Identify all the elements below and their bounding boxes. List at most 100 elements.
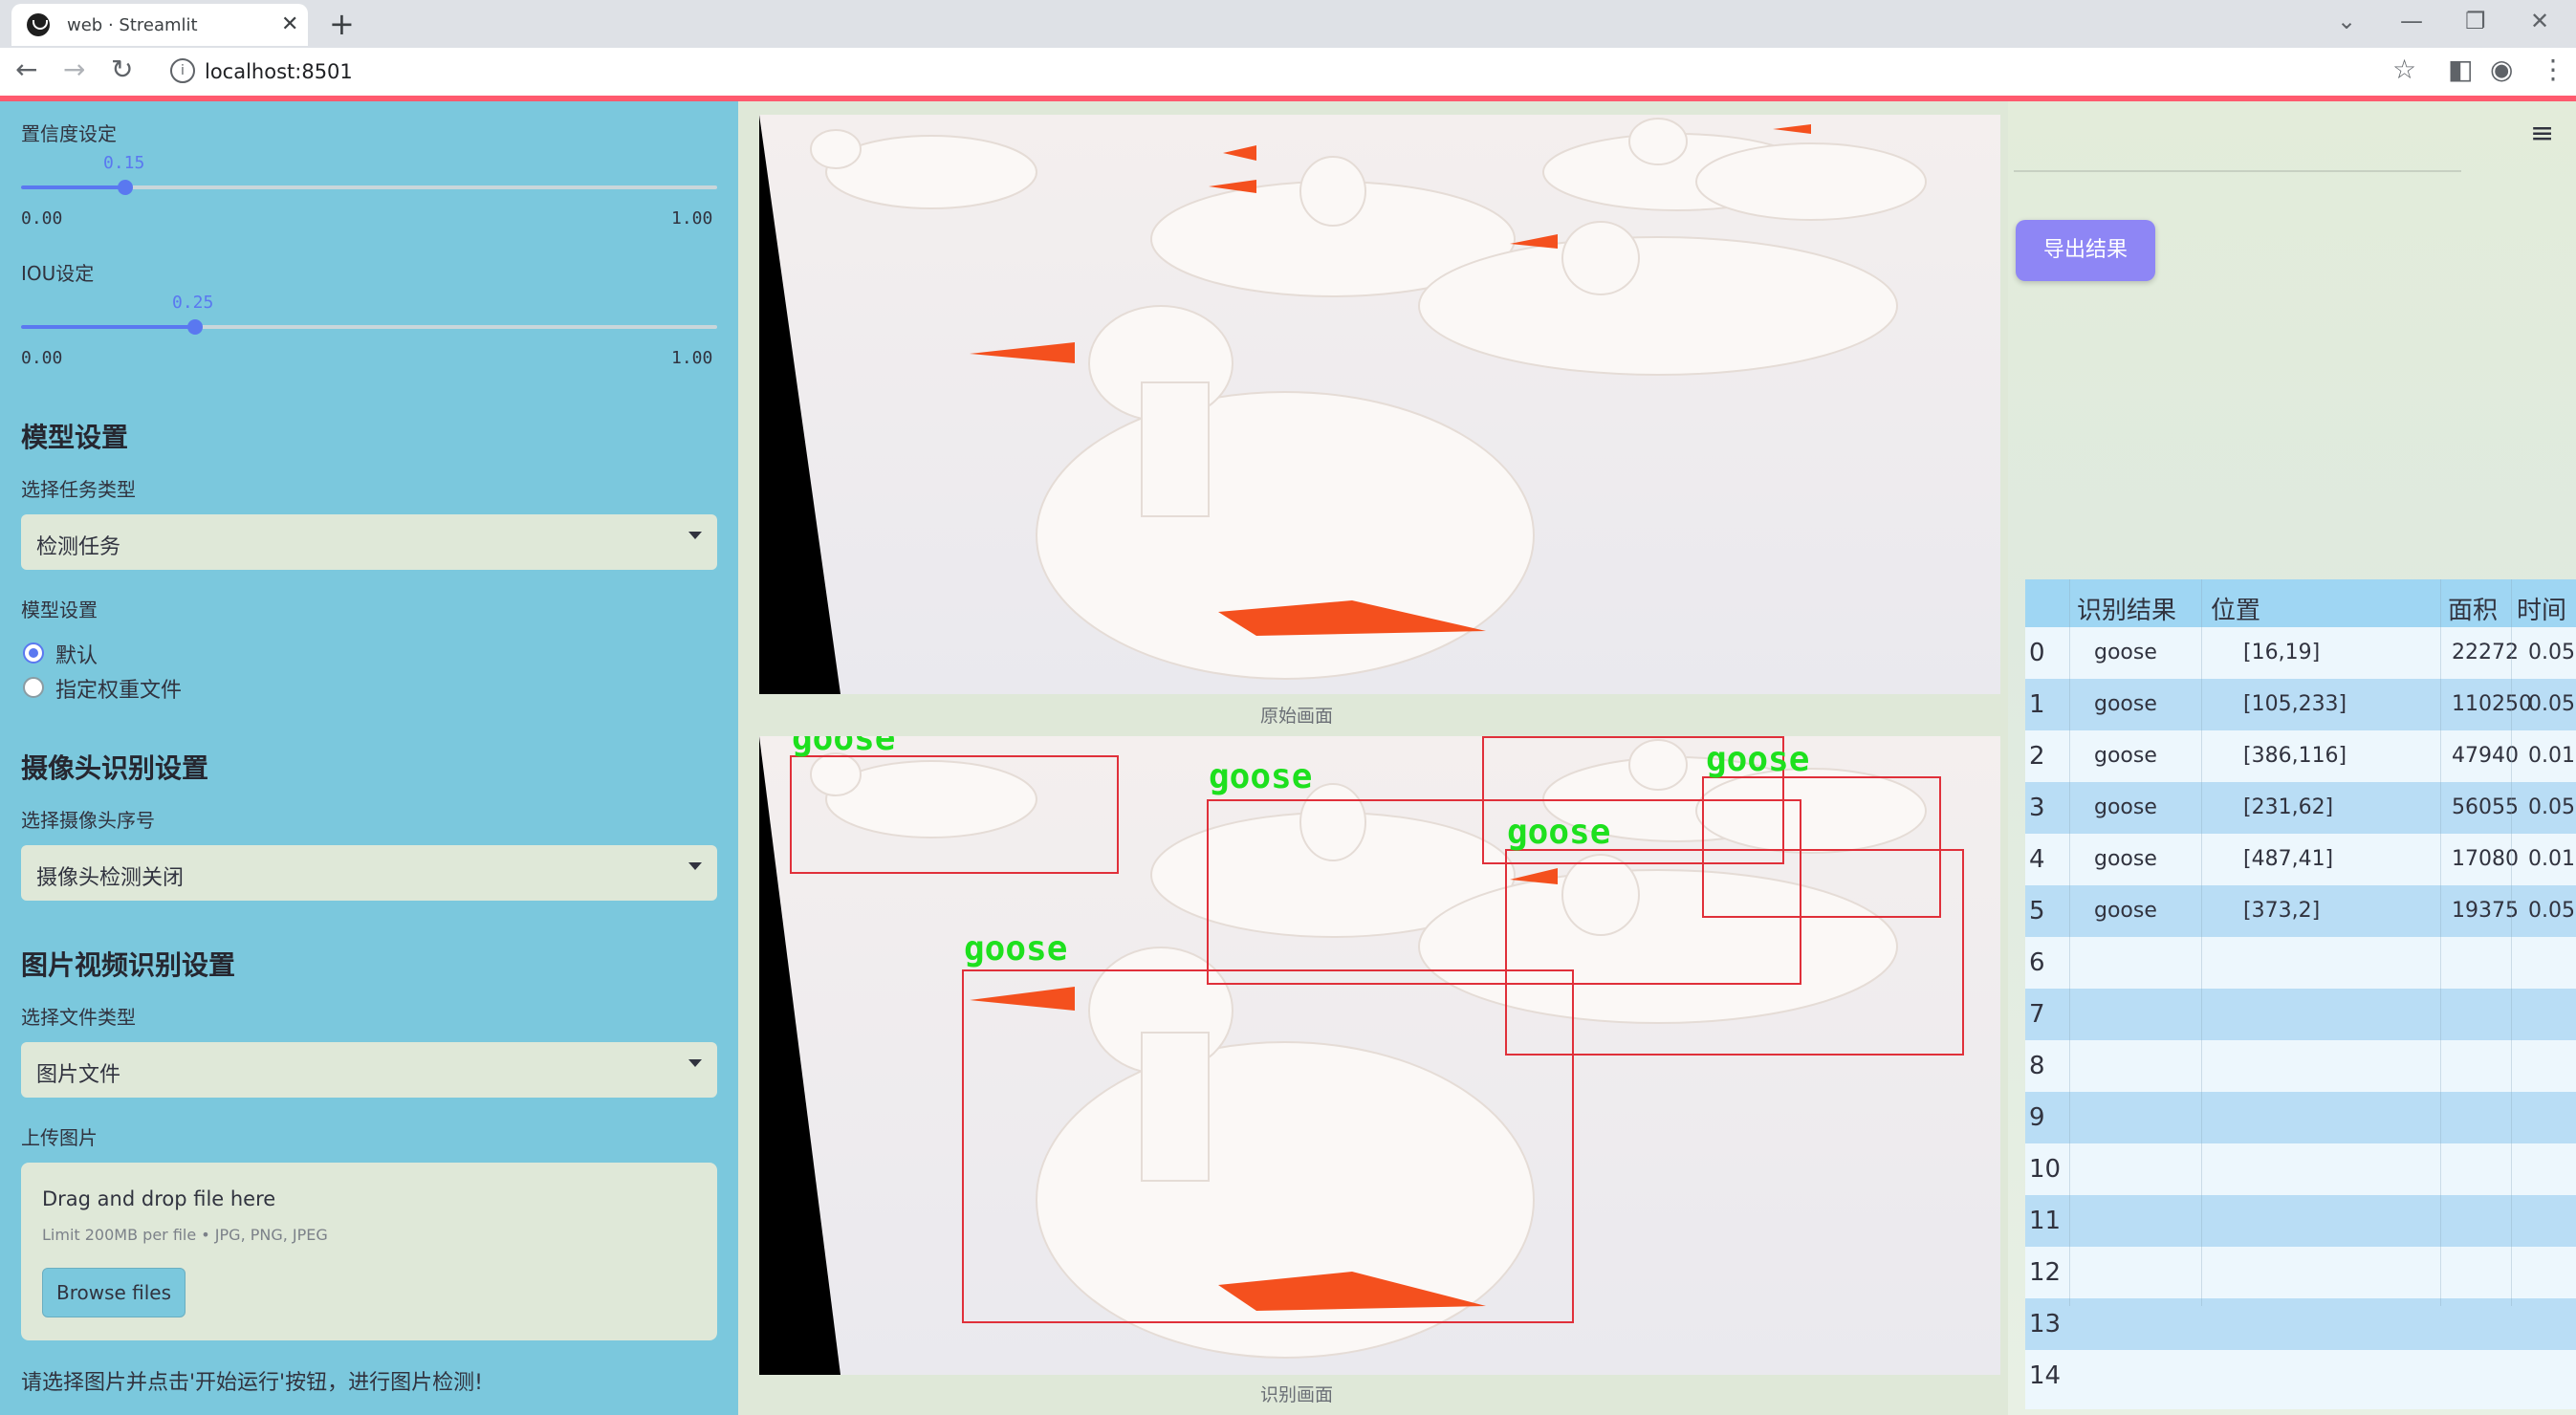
side-panel-icon[interactable]: ◧ bbox=[2448, 54, 2473, 85]
browser-toolbar: ← → ↻ i localhost:8501 ☆ ◧ ◉ ⋮ bbox=[0, 48, 2576, 96]
confidence-slider-thumb[interactable] bbox=[118, 180, 133, 195]
task-type-label: 选择任务类型 bbox=[21, 478, 136, 501]
table-row-empty[interactable]: 7 bbox=[2025, 989, 2576, 1040]
camera-value: 摄像头检测关闭 bbox=[36, 866, 185, 890]
table-row[interactable]: 1 goose [105,233] 110250 0.05 bbox=[2025, 679, 2576, 730]
instruction-text: 请选择图片并点击'开始运行'按钮，进行图片检测! bbox=[21, 1371, 483, 1395]
cell-position: [16,19] bbox=[2243, 641, 2321, 664]
cell-position: [105,233] bbox=[2243, 692, 2347, 716]
column-separator bbox=[2511, 579, 2512, 1306]
tab-search-icon[interactable]: ⌄ bbox=[2337, 8, 2356, 34]
menu-kebab-icon[interactable]: ⋮ bbox=[2540, 54, 2566, 85]
row-index: 11 bbox=[2029, 1207, 2062, 1235]
browse-files-button[interactable]: Browse files bbox=[42, 1268, 186, 1317]
goose-scene-original bbox=[759, 115, 2000, 694]
column-separator bbox=[2440, 579, 2441, 1306]
table-row-empty[interactable]: 12 bbox=[2025, 1247, 2576, 1298]
cell-position: [231,62] bbox=[2243, 795, 2334, 819]
model-label: 模型设置 bbox=[21, 599, 98, 621]
profile-icon[interactable]: ◉ bbox=[2490, 54, 2513, 85]
table-row-empty[interactable]: 10 bbox=[2025, 1143, 2576, 1195]
address-bar[interactable]: i localhost:8501 bbox=[159, 53, 2568, 91]
table-row[interactable]: 0 goose [16,19] 22272 0.05 bbox=[2025, 627, 2576, 679]
cell-area: 110250 bbox=[2452, 692, 2532, 716]
iou-slider-fill bbox=[21, 325, 195, 329]
row-index: 14 bbox=[2029, 1361, 2062, 1390]
cell-result: goose bbox=[2094, 744, 2157, 768]
export-results-button[interactable]: 导出结果 bbox=[2016, 220, 2155, 281]
back-icon[interactable]: ← bbox=[15, 54, 37, 85]
upload-limit-text: Limit 200MB per file • JPG, PNG, JPEG bbox=[42, 1226, 328, 1244]
column-header-position[interactable]: 位置 bbox=[2211, 591, 2260, 626]
confidence-label: 置信度设定 bbox=[21, 122, 117, 145]
window-close-icon[interactable]: ✕ bbox=[2530, 8, 2549, 34]
camera-index-label: 选择摄像头序号 bbox=[21, 809, 155, 832]
iou-max: 1.00 bbox=[671, 348, 713, 368]
cell-area: 56055 bbox=[2452, 795, 2519, 819]
iou-value: 0.25 bbox=[172, 293, 214, 313]
detection-label: goose bbox=[792, 736, 896, 758]
iou-slider-thumb[interactable] bbox=[187, 319, 203, 335]
confidence-value: 0.15 bbox=[103, 153, 145, 173]
row-index: 13 bbox=[2029, 1310, 2062, 1339]
iou-min: 0.00 bbox=[21, 348, 63, 368]
table-row-empty[interactable]: 14 bbox=[2025, 1350, 2576, 1409]
tab-close-icon[interactable]: ✕ bbox=[281, 12, 298, 36]
result-image-caption: 识别画面 bbox=[1260, 1384, 1334, 1405]
column-header-time[interactable]: 时间 bbox=[2517, 591, 2566, 626]
detection-box bbox=[962, 969, 1574, 1323]
divider bbox=[2014, 170, 2461, 172]
cell-result: goose bbox=[2094, 641, 2157, 664]
camera-select[interactable]: 摄像头检测关闭 bbox=[21, 845, 717, 901]
minimize-icon[interactable]: — bbox=[2400, 8, 2423, 34]
table-row-empty[interactable]: 8 bbox=[2025, 1040, 2576, 1092]
new-tab-button[interactable]: + bbox=[329, 6, 355, 42]
reload-icon[interactable]: ↻ bbox=[111, 54, 133, 85]
row-index: 10 bbox=[2029, 1155, 2062, 1184]
table-row[interactable]: 5 goose [373,2] 19375 0.05 bbox=[2025, 885, 2576, 937]
table-row[interactable]: 3 goose [231,62] 56055 0.05 bbox=[2025, 782, 2576, 834]
result-image: goose goose goose goose goose bbox=[759, 736, 2000, 1375]
table-row-empty[interactable]: 13 bbox=[2025, 1298, 2576, 1350]
forward-icon[interactable]: → bbox=[63, 54, 85, 85]
table-header: 识别结果 位置 面积 时间 bbox=[2025, 579, 2576, 627]
task-type-select[interactable]: 检测任务 bbox=[21, 514, 717, 570]
bookmark-star-icon[interactable]: ☆ bbox=[2392, 54, 2416, 85]
column-header-result[interactable]: 识别结果 bbox=[2077, 591, 2176, 626]
detection-label: goose bbox=[964, 929, 1068, 969]
column-separator bbox=[2201, 579, 2202, 1306]
browser-tab[interactable]: web · Streamlit ✕ bbox=[11, 4, 308, 46]
table-row[interactable]: 4 goose [487,41] 17080 0.01 bbox=[2025, 834, 2576, 885]
radio-custom-weights[interactable] bbox=[23, 677, 44, 698]
original-image-caption: 原始画面 bbox=[1260, 706, 1334, 727]
row-index: 4 bbox=[2029, 845, 2045, 874]
model-settings-header: 模型设置 bbox=[21, 422, 129, 453]
table-row-empty[interactable]: 11 bbox=[2025, 1195, 2576, 1247]
streamlit-favicon-icon bbox=[27, 13, 50, 36]
detection-label: goose bbox=[1209, 757, 1313, 796]
file-uploader-dropzone[interactable]: Drag and drop file here Limit 200MB per … bbox=[21, 1163, 717, 1340]
site-info-icon[interactable]: i bbox=[170, 58, 195, 83]
restore-icon[interactable]: ❐ bbox=[2465, 8, 2486, 34]
chevron-down-icon bbox=[688, 532, 702, 539]
file-type-select[interactable]: 图片文件 bbox=[21, 1042, 717, 1098]
column-header-area[interactable]: 面积 bbox=[2448, 591, 2498, 626]
table-row[interactable]: 2 goose [386,116] 47940 0.01 bbox=[2025, 730, 2576, 782]
table-row-empty[interactable]: 6 bbox=[2025, 937, 2576, 989]
camera-settings-header: 摄像头识别设置 bbox=[21, 752, 209, 784]
table-row-empty[interactable]: 9 bbox=[2025, 1092, 2576, 1143]
cell-area: 47940 bbox=[2452, 744, 2519, 768]
chevron-down-icon bbox=[688, 862, 702, 870]
cell-time: 0.05 bbox=[2528, 795, 2575, 819]
cell-time: 0.01 bbox=[2528, 744, 2575, 768]
confidence-min: 0.00 bbox=[21, 208, 63, 229]
row-index: 6 bbox=[2029, 948, 2045, 977]
row-index: 12 bbox=[2029, 1258, 2062, 1287]
upload-label: 上传图片 bbox=[21, 1126, 98, 1149]
radio-default[interactable] bbox=[23, 642, 44, 664]
detection-box bbox=[790, 755, 1119, 874]
cell-position: [373,2] bbox=[2243, 899, 2321, 923]
row-index: 0 bbox=[2029, 639, 2045, 667]
file-type-value: 图片文件 bbox=[36, 1063, 121, 1087]
hamburger-menu-icon[interactable]: ≡ bbox=[2530, 117, 2554, 150]
